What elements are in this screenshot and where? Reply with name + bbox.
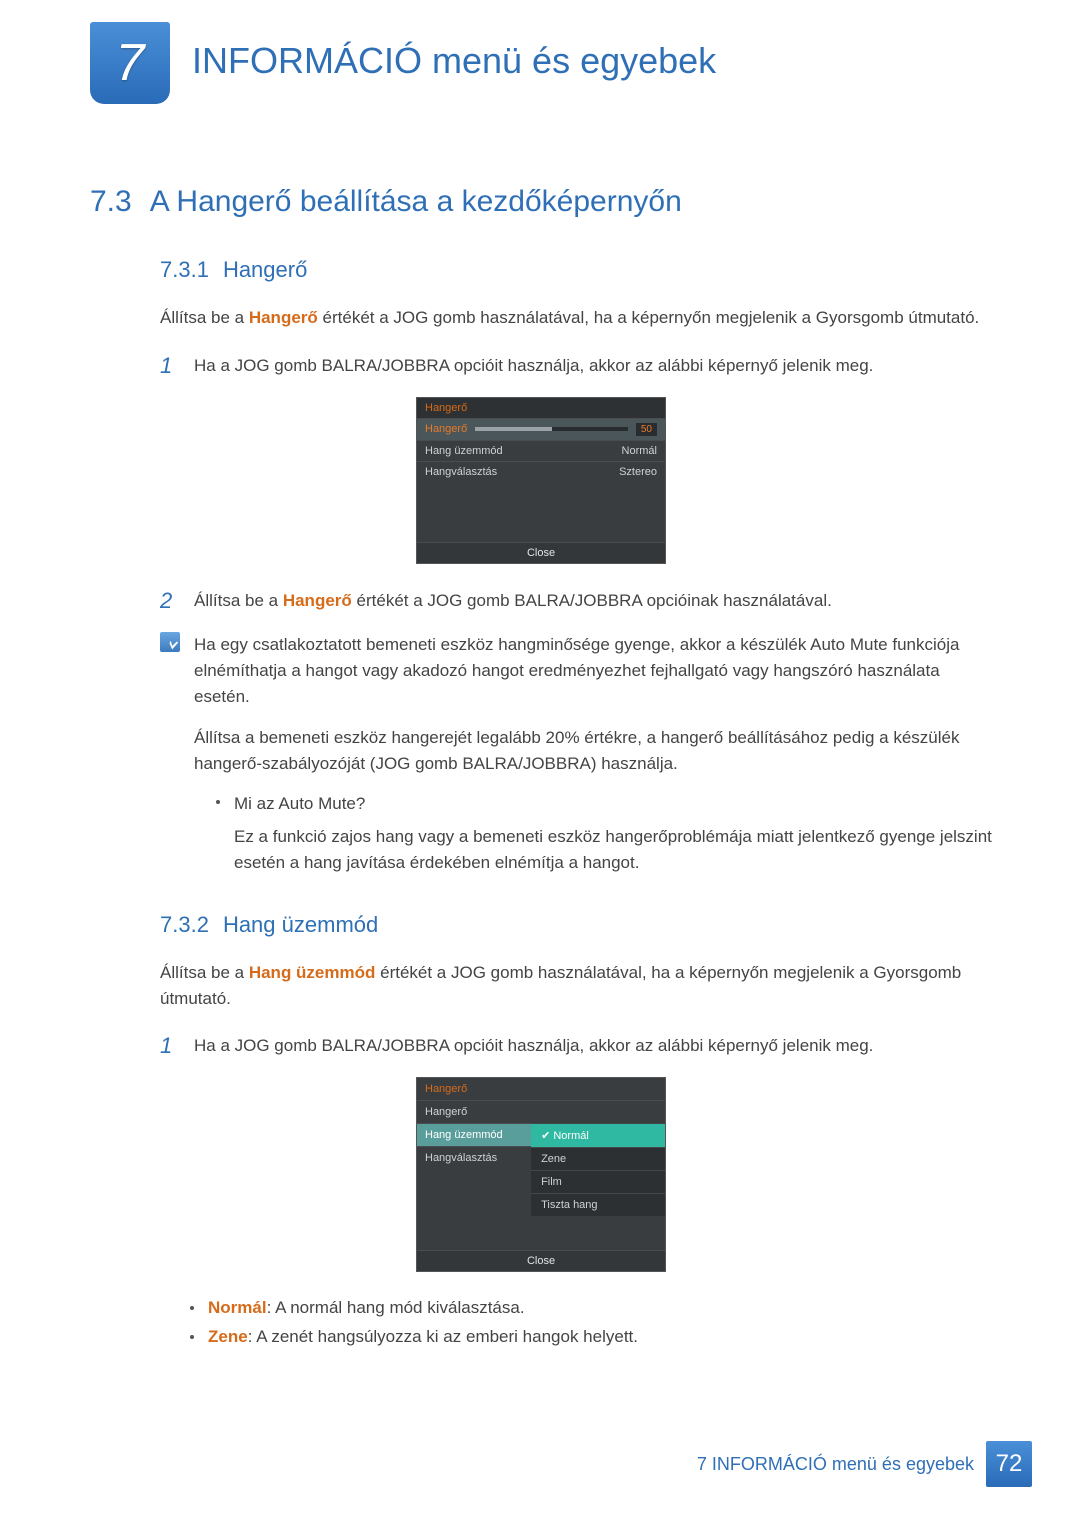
step-number: 1 (160, 1033, 178, 1059)
osd-value: Sztereo (619, 466, 657, 478)
page-content: 7.3 A Hangerő beállítása a kezdőképernyő… (90, 185, 992, 1352)
description-list: Normál: A normál hang mód kiválasztása. … (190, 1294, 992, 1352)
page-number-badge: 72 (986, 1441, 1032, 1487)
osd-option-clear-voice[interactable]: Tiszta hang (531, 1193, 665, 1216)
osd-row-volume: Hangerő 50 (417, 418, 665, 440)
osd-label: Hangerő (425, 423, 467, 435)
note-icon (160, 632, 180, 652)
subsection-number: 7.3.2 (160, 912, 209, 938)
intro-paragraph: Állítsa be a Hangerő értékét a JOG gomb … (160, 305, 992, 331)
footer-chapter-text: 7 INFORMÁCIÓ menü és egyebek (697, 1454, 974, 1475)
chapter-number-badge: 7 (90, 22, 170, 104)
osd-label: Hang üzemmód (425, 445, 503, 457)
osd-row-volume: Hangerő (417, 1100, 665, 1123)
note-body: Ha egy csatlakoztatott bemeneti eszköz h… (194, 632, 992, 883)
page-footer: 7 INFORMÁCIÓ menü és egyebek 72 (0, 1441, 1080, 1487)
section-7-3-heading: 7.3 A Hangerő beállítása a kezdőképernyő… (90, 185, 992, 219)
bullet-dot-icon (190, 1306, 194, 1310)
step-number: 1 (160, 353, 178, 379)
osd-value: Normál (622, 445, 657, 457)
osd-volume-bar (475, 427, 628, 431)
osd-close-button[interactable]: Close (417, 1250, 665, 1271)
osd-close-button[interactable]: Close (417, 542, 665, 563)
osd-option-movie[interactable]: Film (531, 1170, 665, 1193)
step-text: Állítsa be a Hangerő értékét a JOG gomb … (194, 588, 992, 614)
note-bullet: Mi az Auto Mute? Ez a funkció zajos hang… (216, 791, 992, 876)
osd-row-sound-select: Hangválasztás (417, 1146, 531, 1169)
note-para-2: Állítsa a bemeneti eszköz hangerejét leg… (194, 725, 992, 778)
note-bullet-question: Mi az Auto Mute? (234, 794, 365, 813)
osd-option-normal[interactable]: Normál (531, 1123, 665, 1147)
note-bullet-answer: Ez a funkció zajos hang vagy a bemeneti … (234, 824, 992, 877)
step-number: 2 (160, 588, 178, 614)
osd-row-sound-mode: Hang üzemmód Normál (417, 440, 665, 461)
chapter-title: INFORMÁCIÓ menü és egyebek (192, 40, 716, 82)
chapter-number: 7 (116, 33, 145, 93)
step-2: 2 Állítsa be a Hangerő értékét a JOG gom… (160, 588, 992, 614)
osd-option-music[interactable]: Zene (531, 1147, 665, 1170)
list-item: Normál: A normál hang mód kiválasztása. (190, 1294, 992, 1323)
note-para-1: Ha egy csatlakoztatott bemeneti eszköz h… (194, 632, 992, 711)
step-1: 1 Ha a JOG gomb BALRA/JOBBRA opcióit has… (160, 353, 992, 379)
note-block: Ha egy csatlakoztatott bemeneti eszköz h… (160, 632, 992, 883)
osd-volume-value: 50 (636, 423, 657, 436)
subsection-title: Hangerő (223, 257, 307, 283)
section-7-3-2-heading: 7.3.2 Hang üzemmód (160, 912, 992, 938)
step-text: Ha a JOG gomb BALRA/JOBBRA opcióit haszn… (194, 1033, 992, 1059)
step-text: Ha a JOG gomb BALRA/JOBBRA opcióit haszn… (194, 353, 992, 379)
step-1: 1 Ha a JOG gomb BALRA/JOBBRA opcióit has… (160, 1033, 992, 1059)
osd-header: Hangerő (417, 1078, 665, 1100)
subsection-number: 7.3.1 (160, 257, 209, 283)
bullet-dot-icon (190, 1335, 194, 1339)
section-7-3-1-heading: 7.3.1 Hangerő (160, 257, 992, 283)
list-item: Zene: A zenét hangsúlyozza ki az emberi … (190, 1323, 992, 1352)
bullet-dot-icon (216, 800, 220, 804)
osd-header: Hangerő (417, 398, 665, 418)
osd-label: Hangválasztás (425, 466, 497, 478)
osd-volume-panel: Hangerő Hangerő 50 Hang üzemmód Normál H… (416, 397, 666, 564)
osd-row-sound-select: Hangválasztás Sztereo (417, 461, 665, 482)
section-title: A Hangerő beállítása a kezdőképernyőn (150, 185, 682, 219)
osd-sound-mode-panel: Hangerő Hangerő Hang üzemmód Hangválaszt… (416, 1077, 666, 1272)
section-number: 7.3 (90, 185, 132, 219)
subsection-title: Hang üzemmód (223, 912, 378, 938)
osd-row-sound-mode: Hang üzemmód (417, 1123, 531, 1146)
intro-paragraph: Állítsa be a Hang üzemmód értékét a JOG … (160, 960, 992, 1011)
osd-options-list: Normál Zene Film Tiszta hang (531, 1123, 665, 1216)
